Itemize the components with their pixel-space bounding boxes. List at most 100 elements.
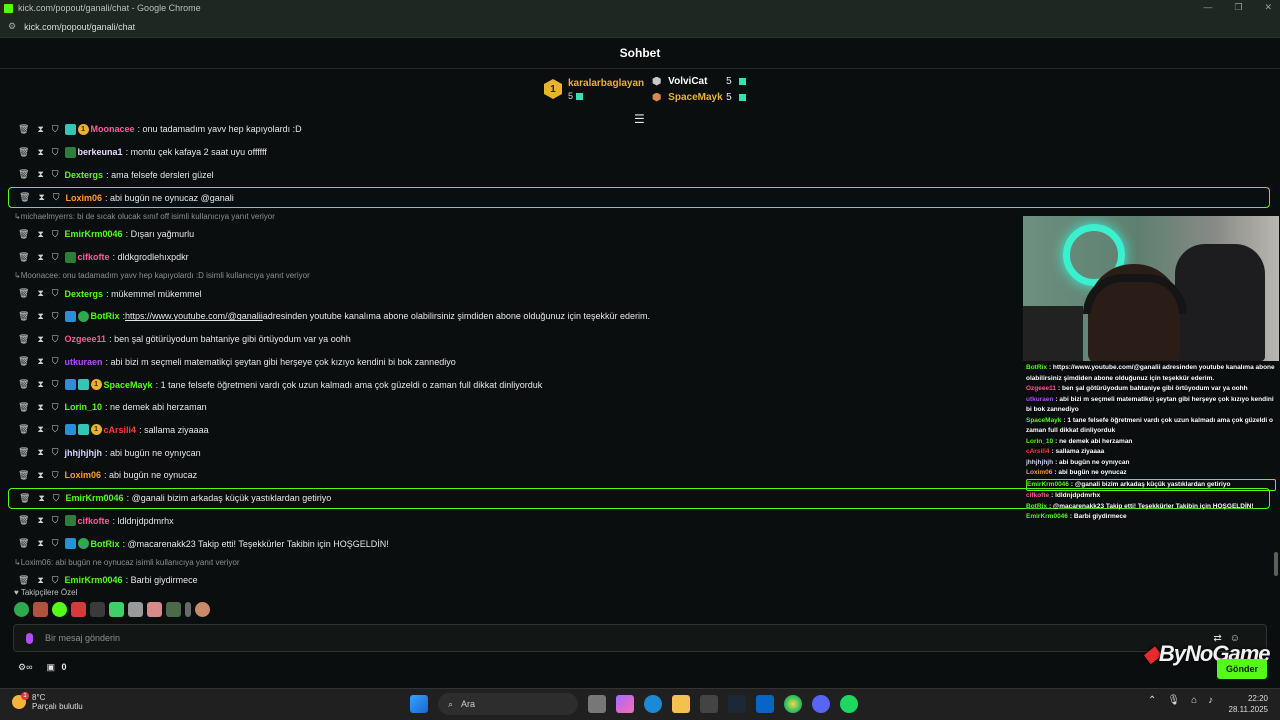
delete-icon[interactable]: 🗑 xyxy=(18,447,29,458)
chat-message[interactable]: 🗑 ⧗ ⛉ Loxim06: abi bugün ne oynucaz @ganali xyxy=(8,187,1270,209)
store-icon[interactable] xyxy=(700,695,718,713)
steam-icon[interactable] xyxy=(728,695,746,713)
chat-username[interactable]: Loxim06 xyxy=(66,193,103,203)
emote[interactable] xyxy=(195,602,210,617)
chat-username[interactable]: BotRix xyxy=(91,311,120,321)
chat-username[interactable]: Moonacee xyxy=(91,124,135,134)
delete-icon[interactable]: 🗑 xyxy=(19,192,30,203)
emote[interactable] xyxy=(33,602,48,617)
emote[interactable] xyxy=(185,602,191,617)
chat-message[interactable]: 🗑 ⧗ ⛉ 1 Moonacee: onu tadamadım yavv hep kap… xyxy=(8,118,1270,141)
emote[interactable] xyxy=(166,602,181,617)
chat-username[interactable]: EmirKrm0046 xyxy=(66,493,124,503)
delete-icon[interactable]: 🗑 xyxy=(19,493,30,504)
timeout-icon[interactable]: ⧗ xyxy=(38,192,44,203)
message-input[interactable]: Bir mesaj gönderin xyxy=(13,624,1267,652)
delete-icon[interactable]: 🗑 xyxy=(18,252,29,263)
minimize-icon[interactable]: — xyxy=(1203,2,1212,13)
ban-icon[interactable]: ⛉ xyxy=(52,538,59,549)
chat-username[interactable]: Ozgeee11 xyxy=(65,334,107,344)
emote[interactable] xyxy=(14,602,29,617)
timeout-icon[interactable]: ⧗ xyxy=(37,470,43,481)
emote[interactable] xyxy=(52,602,67,617)
chat-message[interactable]: 🗑 ⧗ ⛉ Dextergs: ama felsefe dersleri güzel xyxy=(8,163,1270,186)
ban-icon[interactable]: ⛉ xyxy=(52,311,59,322)
leaderboard-third[interactable]: SpaceMayk 5 xyxy=(652,89,746,105)
chat-username[interactable]: cifkofte xyxy=(78,516,110,526)
ban-icon[interactable]: ⛉ xyxy=(52,252,59,263)
delete-icon[interactable]: 🗑 xyxy=(18,402,29,413)
emote[interactable] xyxy=(109,602,124,617)
timeout-icon[interactable]: ⧗ xyxy=(37,169,43,180)
volume-icon[interactable]: ♪ xyxy=(1208,695,1213,706)
delete-icon[interactable]: 🗑 xyxy=(18,169,29,180)
delete-icon[interactable]: 🗑 xyxy=(18,229,29,240)
chat-username[interactable]: Loxim06 xyxy=(65,470,102,480)
chat-message[interactable]: 🗑 ⧗ ⛉ berkeuna1: montu çek kafaya 2 saat uy… xyxy=(8,141,1270,164)
emote[interactable] xyxy=(71,602,86,617)
leaderboard-second[interactable]: VolviCat 5 xyxy=(652,73,746,89)
emote[interactable] xyxy=(128,602,143,617)
timeout-icon[interactable]: ⧗ xyxy=(38,493,44,504)
discord-icon[interactable] xyxy=(812,695,830,713)
show-hidden-icons[interactable]: ⌃ xyxy=(1148,695,1156,706)
timeout-icon[interactable]: ⧗ xyxy=(37,402,43,413)
delete-icon[interactable]: 🗑 xyxy=(18,379,29,390)
file-explorer-icon[interactable] xyxy=(672,695,690,713)
spotify-icon[interactable] xyxy=(840,695,858,713)
ban-icon[interactable]: ⛉ xyxy=(52,334,59,345)
chat-username[interactable]: utkuraen xyxy=(65,357,103,367)
ban-icon[interactable]: ⛉ xyxy=(52,402,59,413)
chat-username[interactable]: berkeuna1 xyxy=(78,147,123,157)
delete-icon[interactable]: 🗑 xyxy=(18,575,29,586)
network-icon[interactable]: ⌂ xyxy=(1191,695,1197,706)
ban-icon[interactable]: ⛉ xyxy=(53,493,60,504)
timeout-icon[interactable]: ⧗ xyxy=(37,252,43,263)
scrollbar[interactable] xyxy=(1274,552,1278,576)
timeout-icon[interactable]: ⧗ xyxy=(37,538,43,549)
mic-icon[interactable] xyxy=(26,632,33,644)
send-button[interactable]: Gönder xyxy=(1217,659,1267,679)
emote[interactable] xyxy=(147,602,162,617)
start-icon[interactable] xyxy=(410,695,428,713)
chat-username[interactable]: cArsili4 xyxy=(104,425,137,435)
delete-icon[interactable]: 🗑 xyxy=(18,288,29,299)
delete-icon[interactable]: 🗑 xyxy=(18,356,29,367)
microphone-icon[interactable]: 🎙 xyxy=(1167,695,1180,706)
site-settings-icon[interactable]: ⚙ xyxy=(8,21,16,32)
taskbar-search[interactable]: ⌕ Ara xyxy=(438,693,578,715)
timeout-icon[interactable]: ⧗ xyxy=(37,515,43,526)
ban-icon[interactable]: ⛉ xyxy=(52,356,59,367)
ban-icon[interactable]: ⛉ xyxy=(52,229,59,240)
delete-icon[interactable]: 🗑 xyxy=(18,311,29,322)
chat-username[interactable]: Dextergs xyxy=(65,170,104,180)
chat-username[interactable]: SpaceMayk xyxy=(104,380,153,390)
chat-settings-icon[interactable]: ⚙∞ xyxy=(18,662,32,673)
timeout-icon[interactable]: ⧗ xyxy=(37,124,43,135)
taskbar-clock[interactable]: 22:20 28.11.2025 xyxy=(1228,693,1268,715)
delete-icon[interactable]: 🗑 xyxy=(18,515,29,526)
chat-username[interactable]: BotRix xyxy=(91,539,120,549)
chat-username[interactable]: EmirKrm0046 xyxy=(65,229,123,239)
outlook-icon[interactable] xyxy=(756,695,774,713)
ban-icon[interactable]: ⛉ xyxy=(52,147,59,158)
ban-icon[interactable]: ⛉ xyxy=(53,192,60,203)
task-view-icon[interactable] xyxy=(588,695,606,713)
reply-context[interactable]: ↳ Loxim06: abi bugün ne oynucaz isimli k… xyxy=(8,555,1270,569)
timeout-icon[interactable]: ⧗ xyxy=(37,424,43,435)
chat-message[interactable]: 🗑 ⧗ ⛉ BotRix: @macarenakk23 Takip etti! Teş… xyxy=(8,532,1270,555)
maximize-icon[interactable]: ❐ xyxy=(1234,2,1242,13)
chat-username[interactable]: Lorin_10 xyxy=(65,402,103,412)
delete-icon[interactable]: 🗑 xyxy=(18,334,29,345)
timeout-icon[interactable]: ⧗ xyxy=(37,447,43,458)
message-link[interactable]: https://www.youtube.com/@ganalii xyxy=(125,311,263,321)
timeout-icon[interactable]: ⧗ xyxy=(37,379,43,390)
timeout-icon[interactable]: ⧗ xyxy=(37,575,43,586)
address-bar[interactable]: ⚙ kick.com/popout/ganali/chat xyxy=(0,16,1280,38)
timeout-icon[interactable]: ⧗ xyxy=(37,356,43,367)
ban-icon[interactable]: ⛉ xyxy=(52,470,59,481)
chrome-icon[interactable] xyxy=(784,695,802,713)
chat-username[interactable]: EmirKrm0046 xyxy=(65,575,123,585)
close-icon[interactable]: ✕ xyxy=(1264,2,1272,13)
ban-icon[interactable]: ⛉ xyxy=(52,288,59,299)
